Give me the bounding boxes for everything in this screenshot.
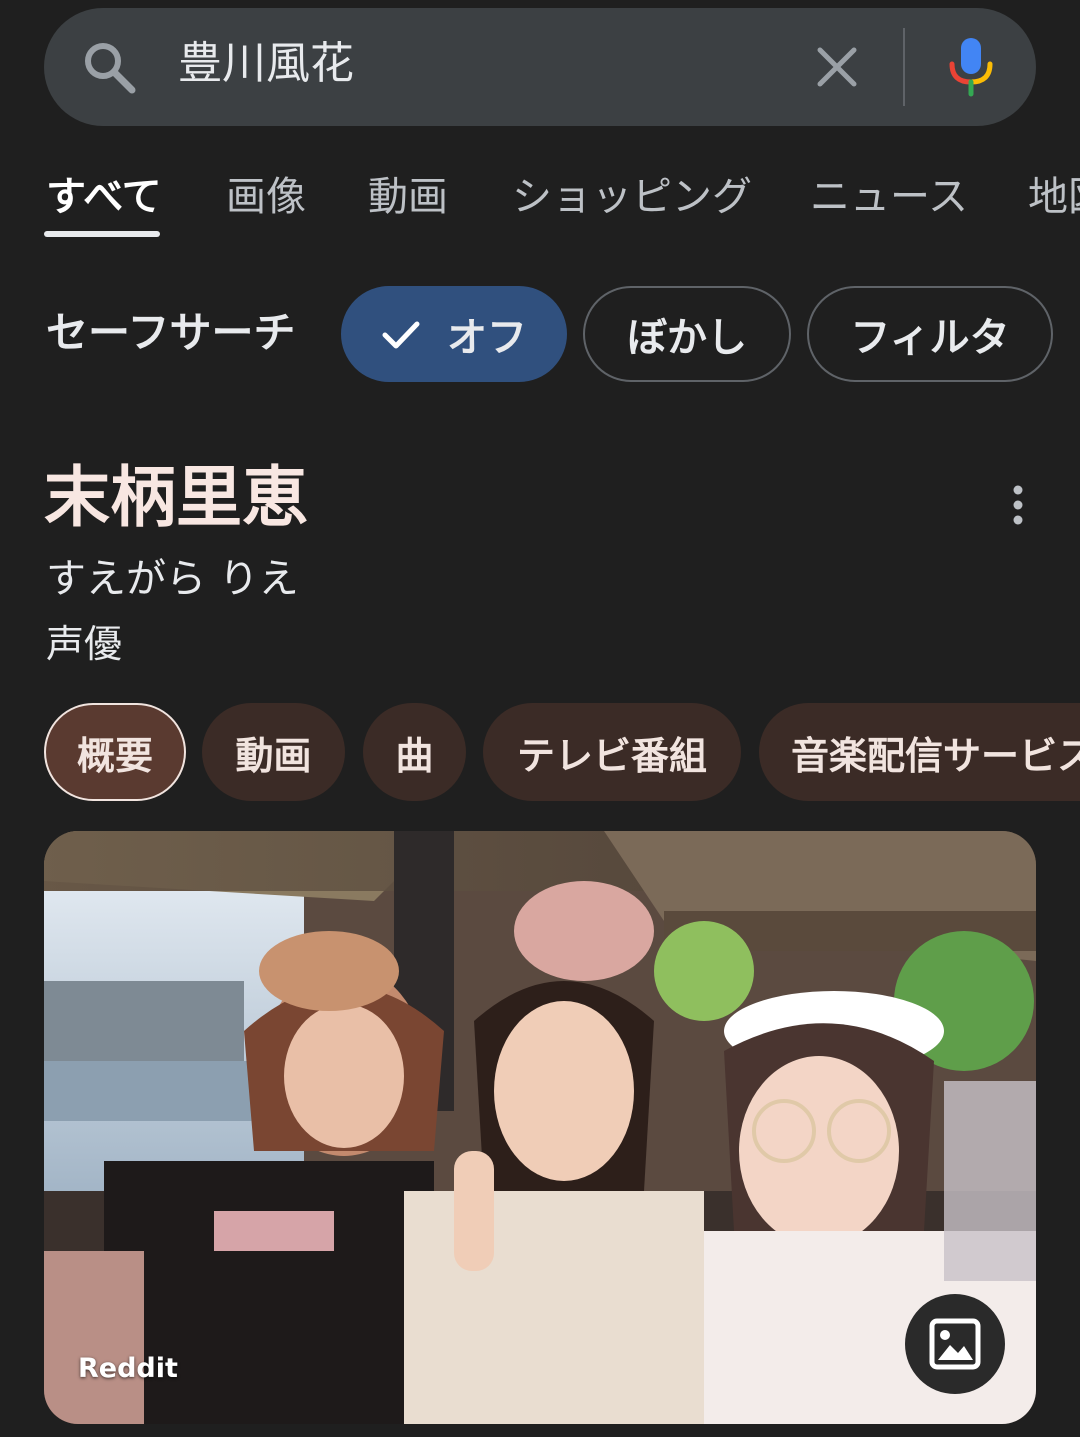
chip-music-streaming[interactable]: 音楽配信サービス <box>759 703 1080 801</box>
search-icon[interactable] <box>82 40 136 94</box>
entity-reading: すえがら りえ <box>46 556 299 602</box>
chip-videos-label: 動画 <box>235 733 312 778</box>
search-results-page: 豊川風花 すべて 画像 動画 ショッピング ニュース 地図 セーフサーチ オフ … <box>0 0 1080 1437</box>
chip-tv-shows[interactable]: テレビ番組 <box>483 703 741 801</box>
tab-videos[interactable]: 動画 <box>368 172 448 222</box>
safe-search-filter-chip[interactable]: フィルタ <box>807 286 1053 382</box>
tab-shopping[interactable]: ショッピング <box>512 172 752 222</box>
clear-icon[interactable] <box>812 42 862 92</box>
chip-music-streaming-label: 音楽配信サービス <box>791 733 1080 778</box>
image-icon <box>929 1318 981 1370</box>
search-input[interactable]: 豊川風花 <box>178 34 354 94</box>
safe-search-label: セーフサーチ <box>46 308 296 357</box>
microphone-icon[interactable] <box>946 36 996 98</box>
entity-image-card[interactable]: Reddit <box>44 831 1036 1424</box>
safe-search-filter-label: フィルタ <box>850 315 1010 361</box>
entity-title: 末柄里恵 <box>44 459 308 536</box>
check-icon <box>382 321 420 349</box>
safe-search-off-label: オフ <box>447 315 527 361</box>
search-tabs: すべて 画像 動画 ショッピング ニュース 地図 <box>0 150 1080 250</box>
entity-type: 声優 <box>46 622 123 666</box>
safe-search-blur-label: ぼかし <box>627 315 747 361</box>
search-divider <box>903 28 905 106</box>
chip-overview-label: 概要 <box>76 733 153 778</box>
chip-tv-shows-label: テレビ番組 <box>516 733 707 778</box>
chip-videos[interactable]: 動画 <box>202 703 345 801</box>
safe-search-blur-chip[interactable]: ぼかし <box>583 286 791 382</box>
tab-maps[interactable]: 地図 <box>1028 172 1080 222</box>
tab-all[interactable]: すべて <box>46 172 162 222</box>
tab-images[interactable]: 画像 <box>226 172 306 222</box>
chip-overview[interactable]: 概要 <box>44 703 186 801</box>
chip-songs[interactable]: 曲 <box>363 703 466 801</box>
more-options-icon[interactable] <box>1006 484 1030 528</box>
view-images-button[interactable] <box>905 1294 1005 1394</box>
chip-songs-label: 曲 <box>395 733 434 778</box>
entity-photo[interactable] <box>44 831 1036 1424</box>
search-bar[interactable]: 豊川風花 <box>44 8 1036 126</box>
safe-search-off-chip[interactable]: オフ <box>341 286 567 382</box>
active-tab-indicator <box>44 231 160 237</box>
tab-news[interactable]: ニュース <box>810 172 968 222</box>
image-source-label: Reddit <box>78 1353 178 1384</box>
